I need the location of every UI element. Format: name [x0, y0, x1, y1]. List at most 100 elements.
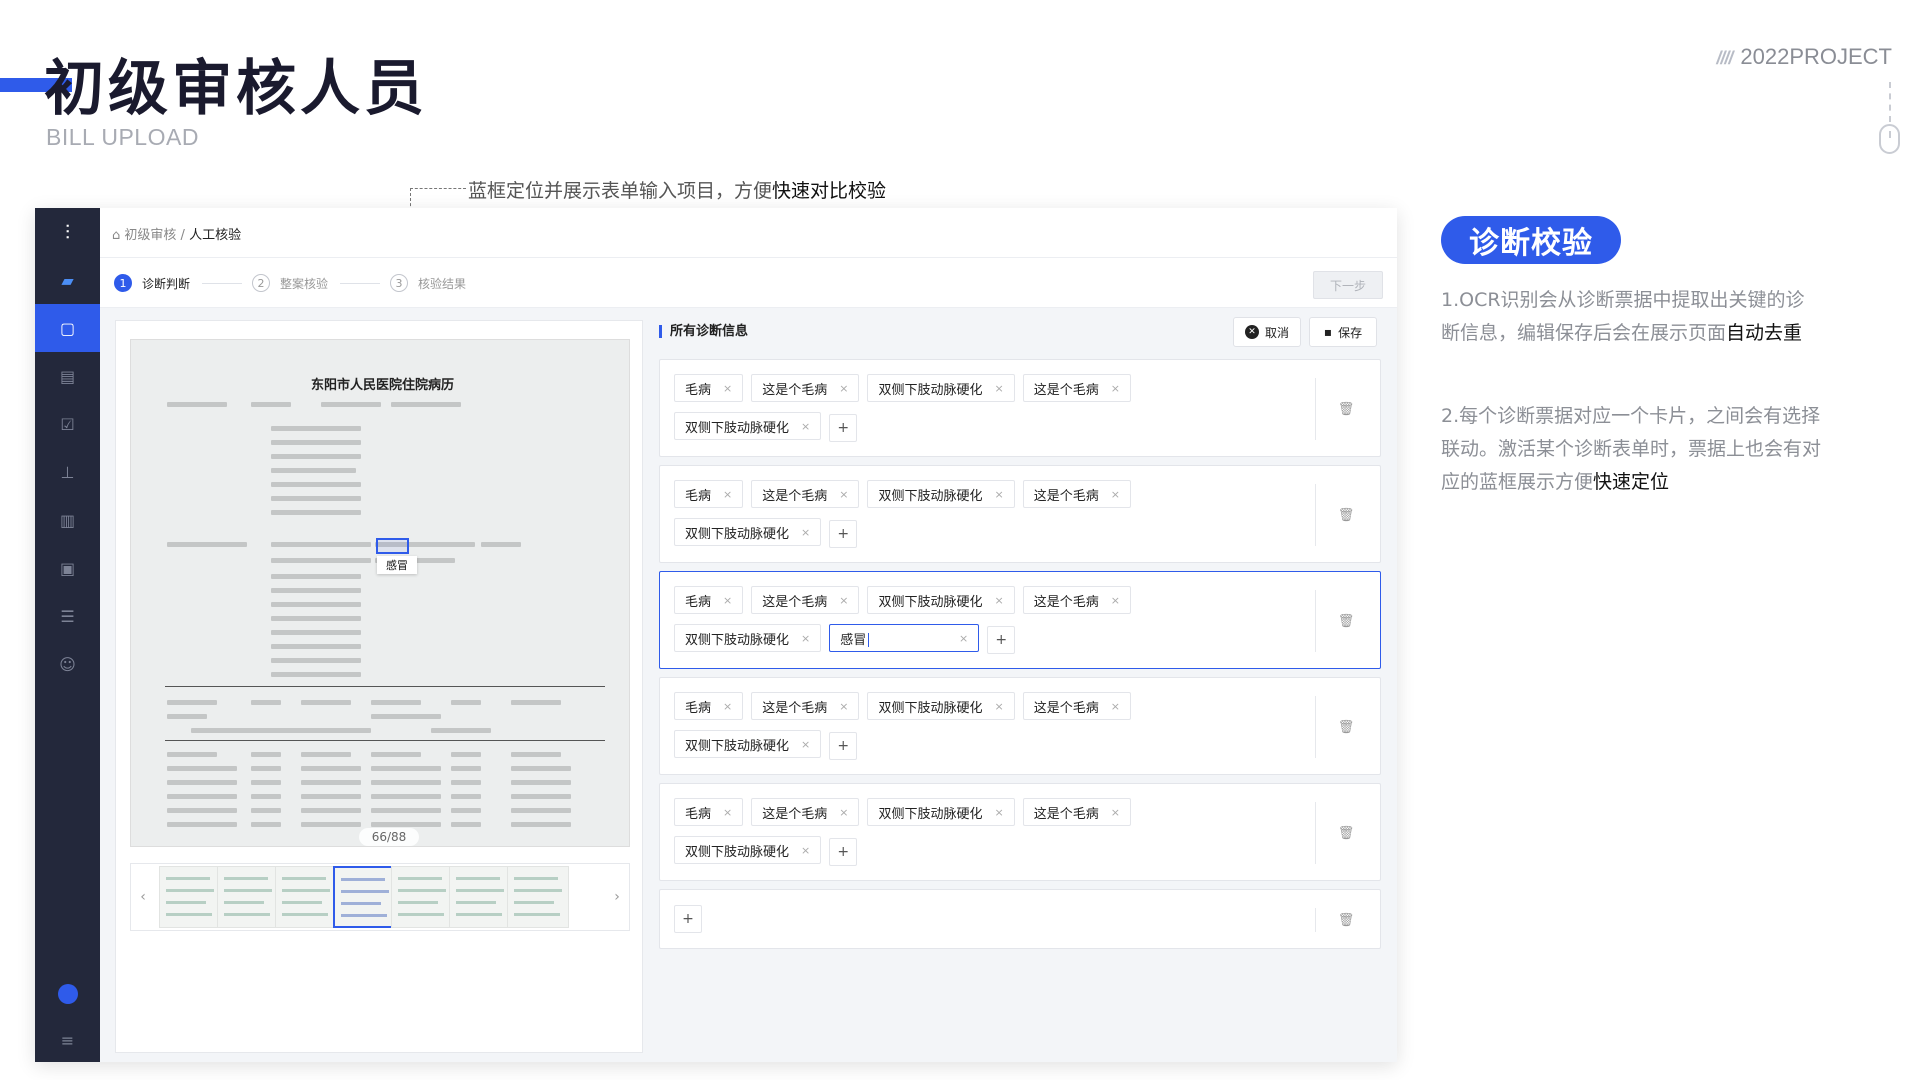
thumbnail[interactable]	[507, 866, 569, 928]
add-tag-button[interactable]: +	[674, 905, 702, 933]
tag-remove-icon[interactable]: ×	[994, 594, 1003, 607]
clipboard-icon[interactable]: ☑	[35, 400, 100, 448]
tag-remove-icon[interactable]: ×	[1111, 382, 1120, 395]
chat-icon[interactable]: ▰	[35, 256, 100, 304]
tag-remove-icon[interactable]: ×	[839, 594, 848, 607]
add-tag-button[interactable]: +	[829, 519, 858, 548]
add-tag-button[interactable]: +	[829, 731, 858, 760]
tag-remove-icon[interactable]: ×	[723, 806, 732, 819]
tag-remove-icon[interactable]: ×	[723, 488, 732, 501]
diagnosis-tag[interactable]: 这是个毛病 ×	[751, 798, 860, 826]
tag-remove-icon[interactable]: ×	[801, 738, 810, 751]
thumbnail[interactable]	[449, 866, 511, 928]
tag-remove-icon[interactable]: ×	[839, 806, 848, 819]
diagnosis-tag[interactable]: 这是个毛病 ×	[1022, 798, 1131, 826]
tag-remove-icon[interactable]: ×	[801, 844, 810, 857]
diagnosis-card[interactable]: 毛病 × 这是个毛病 × 双侧下肢动脉硬化 × 这是个毛病 × 双侧下肢动脉硬化 × + 🗑	[659, 359, 1381, 457]
add-tag-button[interactable]: +	[987, 625, 1016, 654]
diagnosis-tag[interactable]: 这是个毛病 ×	[1022, 374, 1131, 402]
tag-edit-input[interactable]: 感冒 ×	[829, 624, 980, 652]
thumbnail[interactable]	[159, 866, 221, 928]
toolbox-icon[interactable]: ▣	[35, 544, 100, 592]
tag-remove-icon[interactable]: ×	[723, 382, 732, 395]
breadcrumb-parent[interactable]: 初级审核	[124, 228, 176, 243]
trash-icon[interactable]: 🗑	[1338, 613, 1355, 629]
diagnosis-tag[interactable]: 毛病 ×	[674, 798, 744, 826]
tag-remove-icon[interactable]: ×	[1111, 488, 1120, 501]
tag-remove-icon[interactable]: ×	[801, 420, 810, 433]
menu-collapse-icon[interactable]: ≡	[35, 1016, 100, 1064]
tag-remove-icon[interactable]: ×	[1111, 700, 1120, 713]
add-tag-button[interactable]: +	[829, 837, 858, 866]
tag-clear-icon[interactable]: ×	[959, 632, 968, 645]
diagnosis-tag[interactable]: 双侧下肢动脉硬化 ×	[674, 624, 822, 652]
step-label: 整案核验	[280, 276, 329, 291]
tag-remove-icon[interactable]: ×	[839, 488, 848, 501]
tag-remove-icon[interactable]: ×	[723, 700, 732, 713]
cancel-button[interactable]: ✕ 取消	[1233, 317, 1301, 347]
prev-thumb-arrow[interactable]: ‹	[131, 864, 155, 930]
stamp-icon[interactable]: ⊥	[35, 448, 100, 496]
thumbnail[interactable]	[217, 866, 279, 928]
diagnosis-tag[interactable]: 双侧下肢动脉硬化 ×	[867, 374, 1015, 402]
file-list-icon[interactable]: ▥	[35, 496, 100, 544]
diagnosis-card[interactable]: + 🗑	[659, 889, 1381, 949]
tag-remove-icon[interactable]: ×	[1111, 806, 1120, 819]
tag-remove-icon[interactable]: ×	[994, 806, 1003, 819]
diagnosis-tag[interactable]: 这是个毛病 ×	[1022, 480, 1131, 508]
diagnosis-tag[interactable]: 毛病 ×	[674, 692, 744, 720]
step-2[interactable]: 2 整案核验	[252, 274, 328, 292]
tag-remove-icon[interactable]: ×	[1111, 594, 1120, 607]
diagnosis-card[interactable]: 毛病 × 这是个毛病 × 双侧下肢动脉硬化 × 这是个毛病 × 双侧下肢动脉硬化 × 感冒 × + 🗑	[659, 571, 1381, 669]
diagnosis-tag[interactable]: 双侧下肢动脉硬化 ×	[867, 586, 1015, 614]
diagnosis-tag[interactable]: 双侧下肢动脉硬化 ×	[867, 692, 1015, 720]
diagnosis-tag[interactable]: 双侧下肢动脉硬化 ×	[674, 412, 822, 440]
diagnosis-tag[interactable]: 双侧下肢动脉硬化 ×	[867, 798, 1015, 826]
trash-icon[interactable]: 🗑	[1338, 401, 1355, 417]
diagnosis-tag[interactable]: 毛病 ×	[674, 586, 744, 614]
diagnosis-tag[interactable]: 这是个毛病 ×	[751, 374, 860, 402]
diagnosis-tag[interactable]: 这是个毛病 ×	[751, 692, 860, 720]
next-thumb-arrow[interactable]: ›	[605, 864, 629, 930]
archive-icon[interactable]: ▤	[35, 352, 100, 400]
tag-remove-icon[interactable]: ×	[994, 382, 1003, 395]
trash-icon[interactable]: 🗑	[1338, 507, 1355, 523]
diagnosis-card[interactable]: 毛病 × 这是个毛病 × 双侧下肢动脉硬化 × 这是个毛病 × 双侧下肢动脉硬化 × + 🗑	[659, 677, 1381, 775]
diagnosis-tag[interactable]: 这是个毛病 ×	[751, 586, 860, 614]
diagnosis-tag[interactable]: 双侧下肢动脉硬化 ×	[674, 518, 822, 546]
diagnosis-tag[interactable]: 毛病 ×	[674, 374, 744, 402]
save-button[interactable]: ▪ 保存	[1309, 317, 1377, 347]
tag-remove-icon[interactable]: ×	[839, 382, 848, 395]
diagnosis-tag[interactable]: 这是个毛病 ×	[1022, 586, 1131, 614]
thumbnail-selected[interactable]	[333, 866, 395, 928]
bill-image[interactable]: 东阳市人民医院住院病历 感冒 66/88	[130, 339, 630, 847]
next-step-button[interactable]: 下一步	[1313, 271, 1383, 299]
diagnosis-tag[interactable]: 双侧下肢动脉硬化 ×	[674, 730, 822, 758]
diagnosis-tag[interactable]: 这是个毛病 ×	[1022, 692, 1131, 720]
trash-icon[interactable]: 🗑	[1338, 825, 1355, 841]
avatar-icon[interactable]	[35, 970, 100, 1018]
waveform-logo-icon[interactable]: ⫶	[35, 208, 100, 256]
diagnosis-card[interactable]: 毛病 × 这是个毛病 × 双侧下肢动脉硬化 × 这是个毛病 × 双侧下肢动脉硬化 × + 🗑	[659, 465, 1381, 563]
tag-remove-icon[interactable]: ×	[801, 526, 810, 539]
diagnosis-tag[interactable]: 毛病 ×	[674, 480, 744, 508]
document-check-icon[interactable]: ▢	[35, 304, 100, 352]
tag-remove-icon[interactable]: ×	[801, 632, 810, 645]
diagnosis-tag[interactable]: 双侧下肢动脉硬化 ×	[674, 836, 822, 864]
tag-remove-icon[interactable]: ×	[994, 700, 1003, 713]
diagnosis-tag[interactable]: 双侧下肢动脉硬化 ×	[867, 480, 1015, 508]
list-settings-icon[interactable]: ☰	[35, 592, 100, 640]
tag-remove-icon[interactable]: ×	[839, 700, 848, 713]
tag-remove-icon[interactable]: ×	[994, 488, 1003, 501]
step-1[interactable]: 1 诊断判断	[114, 274, 190, 292]
diagnosis-card[interactable]: 毛病 × 这是个毛病 × 双侧下肢动脉硬化 × 这是个毛病 × 双侧下肢动脉硬化 × + 🗑	[659, 783, 1381, 881]
diagnosis-tag[interactable]: 这是个毛病 ×	[751, 480, 860, 508]
trash-icon[interactable]: 🗑	[1338, 912, 1355, 928]
step-3[interactable]: 3 核验结果	[390, 274, 466, 292]
thumbnail[interactable]	[391, 866, 453, 928]
thumbnail[interactable]	[275, 866, 337, 928]
tag-remove-icon[interactable]: ×	[723, 594, 732, 607]
trash-icon[interactable]: 🗑	[1338, 719, 1355, 735]
add-tag-button[interactable]: +	[829, 413, 858, 442]
user-settings-icon[interactable]: ☺	[35, 640, 100, 688]
